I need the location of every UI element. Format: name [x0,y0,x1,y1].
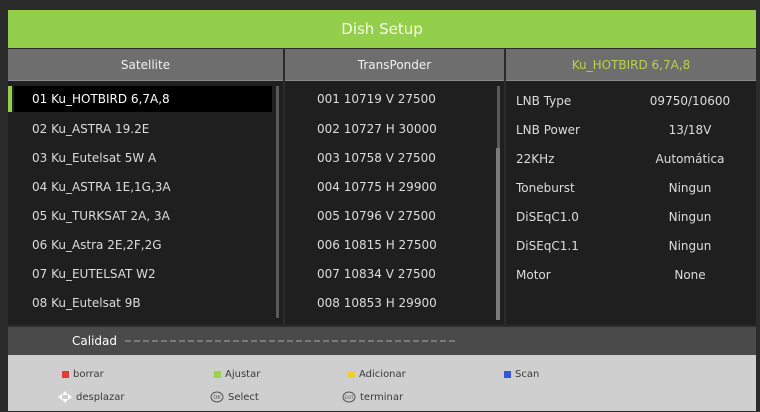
selection-marker [8,86,12,112]
transponder-item[interactable]: 008 10853 H 29900 [285,290,485,316]
satellite-item-label: 01 Ku_HOTBIRD 6,7A,8 [32,92,170,106]
transponder-item-label: 002 10727 H 30000 [317,122,437,136]
arrows-icon [58,391,72,403]
green-key-label: Ajustar [225,368,261,380]
satellite-item-label: 08 Ku_Eutelsat 9B [32,296,141,310]
transponder-item[interactable]: 001 10719 V 27500 [285,86,485,112]
setting-value: 13/18V [668,123,712,137]
satellite-item[interactable]: 03 Ku_Eutelsat 5W A [14,145,272,171]
satellite-item[interactable]: 07 Ku_EUTELSAT W2 [14,261,272,287]
transponder-item[interactable]: 004 10775 H 29900 [285,174,485,200]
satellite-item-label: 03 Ku_Eutelsat 5W A [32,151,157,165]
svg-text:OK: OK [213,395,221,401]
red-key-label: borrar [73,368,104,380]
setting-lnb-power[interactable]: LNB Power 13/18V [506,117,756,143]
exit-key-label: terminar [360,391,404,403]
transponder-item[interactable]: 003 10758 V 27500 [285,145,485,171]
ok-key-label: Select [228,391,259,403]
transponder-item[interactable]: 006 10815 H 27500 [285,232,485,258]
ok-button-icon: OK [210,391,224,403]
setting-label: DiSEqC1.1 [516,239,579,253]
transponder-item-label: 001 10719 V 27500 [317,92,436,106]
window-title-text: Dish Setup [341,20,423,38]
setting-motor[interactable]: Motor None [506,262,756,288]
transponder-column-header: TransPonder [285,49,504,81]
transponder-item-label: 004 10775 H 29900 [317,180,437,194]
blue-key-label: Scan [515,368,540,380]
green-key-hint[interactable]: Ajustar [214,365,260,383]
signal-quality-bar: Calidad [8,327,756,355]
setting-label: Toneburst [516,181,575,195]
setting-value: None [674,268,706,282]
exit-key-hint[interactable]: EXIT terminar [342,388,403,406]
transponder-item-label: 007 10834 V 27500 [317,267,436,281]
selected-satellite-name: Ku_HOTBIRD 6,7A,8 [571,57,691,72]
satellite-header-label: Satellite [120,57,171,72]
selected-satellite-header: Ku_HOTBIRD 6,7A,8 [506,49,756,81]
transponder-scroll-thumb[interactable] [496,148,500,320]
ok-key-hint[interactable]: OK Select [210,388,259,406]
setting-value: Automática [655,152,725,166]
setting-label: 22KHz [516,152,555,166]
setting-label: LNB Type [516,94,572,108]
yellow-key-hint[interactable]: Adicionar [348,365,406,383]
setting-22khz[interactable]: 22KHz Automática [506,146,756,172]
satellite-item[interactable]: 08 Ku_Eutelsat 9B [14,290,272,316]
red-key-icon [62,370,69,378]
setting-label: Motor [516,268,551,282]
setting-toneburst[interactable]: Toneburst Ningun [506,175,756,201]
satellite-scrollbar[interactable] [276,86,279,318]
satellite-item[interactable]: 05 Ku_TURKSAT 2A, 3A [14,203,272,229]
green-key-icon [214,370,221,378]
satellite-item[interactable]: 02 Ku_ASTRA 19.2E [14,116,272,142]
satellite-item[interactable]: 01 Ku_HOTBIRD 6,7A,8 [14,86,272,112]
satellite-item-label: 07 Ku_EUTELSAT W2 [32,267,156,281]
svg-text:EXIT: EXIT [345,395,354,400]
transponder-item-label: 006 10815 H 27500 [317,238,437,252]
transponder-item-label: 003 10758 V 27500 [317,151,436,165]
setting-value: 09750/10600 [649,94,731,108]
setting-diseqc10[interactable]: DiSEqC1.0 Ningun [506,204,756,230]
dish-setup-screen: Dish Setup Satellite TransPonder Ku_HOTB… [0,0,760,412]
quality-meter [125,340,455,342]
satellite-item-label: 04 Ku_ASTRA 1E,1G,3A [32,180,171,194]
satellite-column-header: Satellite [8,49,283,81]
satellite-item[interactable]: 06 Ku_Astra 2E,2F,2G [14,232,272,258]
satellite-item-label: 06 Ku_Astra 2E,2F,2G [32,238,162,252]
blue-key-icon [504,370,511,378]
transponder-header-label: TransPonder [357,57,432,72]
satellite-item[interactable]: 04 Ku_ASTRA 1E,1G,3A [14,174,272,200]
setting-diseqc11[interactable]: DiSEqC1.1 Ningun [506,233,756,259]
red-key-hint[interactable]: borrar [62,365,104,383]
satellite-item-label: 02 Ku_ASTRA 19.2E [32,122,150,136]
move-key-hint[interactable]: desplazar [58,388,124,406]
satellite-item-label: 05 Ku_TURKSAT 2A, 3A [32,209,170,223]
transponder-item[interactable]: 007 10834 V 27500 [285,261,485,287]
setting-value: Ningun [668,181,712,195]
yellow-key-label: Adicionar [359,368,406,380]
key-legend: borrar Ajustar Adicionar Scan desplazar … [8,355,756,411]
setting-label: DiSEqC1.0 [516,210,579,224]
move-key-label: desplazar [76,391,125,403]
transponder-item[interactable]: 005 10796 V 27500 [285,203,485,229]
setting-value: Ningun [668,210,712,224]
transponder-item-label: 005 10796 V 27500 [317,209,436,223]
exit-button-icon: EXIT [342,391,356,403]
quality-label: Calidad [72,334,117,348]
setting-label: LNB Power [516,123,580,137]
transponder-item-label: 008 10853 H 29900 [317,296,437,310]
setting-lnb-type[interactable]: LNB Type 09750/10600 [506,88,756,114]
blue-key-hint[interactable]: Scan [504,365,539,383]
transponder-item[interactable]: 002 10727 H 30000 [285,116,485,142]
window-title: Dish Setup [8,10,756,48]
setting-value: Ningun [668,239,712,253]
yellow-key-icon [348,370,355,378]
